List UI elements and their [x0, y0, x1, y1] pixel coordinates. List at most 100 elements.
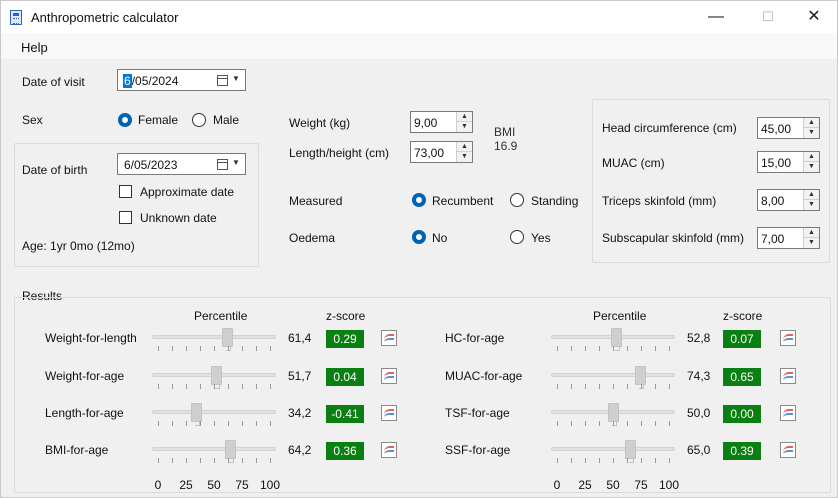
approximate-date-label: Approximate date [140, 185, 235, 199]
slider-tick [655, 421, 656, 426]
standing-label: Standing [531, 194, 579, 208]
tsf-for-age-growth-chart-icon[interactable] [780, 405, 796, 421]
subscapular-skinfold-input[interactable]: 7,00 ▲ ▼ [757, 227, 820, 249]
spin-up-icon[interactable]: ▲ [457, 142, 472, 152]
muac-for-age-zscore-value: 0.65 [723, 368, 761, 386]
calculator-app-icon [10, 10, 22, 25]
head-circumference-spinner[interactable]: ▲ ▼ [803, 118, 819, 138]
weight-for-length-label: Weight-for-length [45, 331, 137, 345]
tsf-for-age-slider-thumb[interactable] [608, 403, 619, 426]
sex-female-label: Female [138, 113, 179, 127]
weight-for-length-slider-thumb[interactable] [221, 328, 233, 351]
ssf-for-age-growth-chart-icon[interactable] [780, 442, 796, 458]
length-for-age-growth-chart-icon[interactable] [381, 405, 397, 421]
spin-down-icon[interactable]: ▼ [804, 200, 819, 210]
slider-tick [214, 458, 215, 463]
spin-up-icon[interactable]: ▲ [804, 118, 819, 128]
slider-tick [627, 346, 628, 351]
weight-input[interactable]: 9,00 ▲ ▼ [410, 111, 473, 133]
subscapular-skinfold-value: 7,00 [761, 232, 785, 246]
oedema-no-label: No [432, 231, 448, 245]
results-group [14, 297, 831, 493]
right-axis-label: 75 [634, 478, 648, 492]
sex-male-radio[interactable] [192, 113, 206, 127]
subscapular-skinfold-spinner[interactable]: ▲ ▼ [803, 228, 819, 248]
muac-for-age-label: MUAC-for-age [445, 369, 523, 383]
oedema-no-radio[interactable] [412, 230, 426, 244]
recumbent-radio[interactable] [412, 193, 426, 207]
oedema-yes-radio[interactable] [510, 230, 524, 244]
muac-input[interactable]: 15,00 ▲ ▼ [757, 151, 820, 173]
slider-tick [627, 384, 628, 389]
weight-for-length-growth-chart-icon[interactable] [381, 330, 397, 346]
slider-tick [655, 346, 656, 351]
length-for-age-percentile-value: 34,2 [288, 406, 312, 420]
ssf-for-age-slider-track[interactable] [551, 447, 675, 451]
triceps-skinfold-input[interactable]: 8,00 ▲ ▼ [757, 189, 820, 211]
weight-for-length-slider-track[interactable] [152, 335, 276, 339]
menu-help[interactable]: Help [21, 40, 48, 55]
bmi-for-age-slider-thumb[interactable] [224, 440, 236, 463]
length-for-age-slider-thumb[interactable] [191, 403, 203, 426]
length-for-age-label: Length-for-age [45, 406, 124, 420]
triceps-skinfold-spinner[interactable]: ▲ ▼ [803, 190, 819, 210]
date-of-visit-picker[interactable]: 6/05/2024 ▼ [117, 69, 246, 91]
spin-up-icon[interactable]: ▲ [804, 228, 819, 238]
tsf-for-age-zscore-value: 0.00 [723, 405, 761, 423]
muac-for-age-slider-track[interactable] [551, 373, 675, 377]
slider-tick [270, 421, 271, 426]
spin-down-icon[interactable]: ▼ [457, 152, 472, 162]
spin-up-icon[interactable]: ▲ [457, 112, 472, 122]
slider-tick [627, 458, 628, 463]
spin-down-icon[interactable]: ▼ [804, 162, 819, 172]
standing-radio[interactable] [510, 193, 524, 207]
bmi-for-age-growth-chart-icon[interactable] [381, 442, 397, 458]
tsf-for-age-percentile-value: 50,0 [687, 406, 711, 420]
minimize-button[interactable]: — [693, 1, 739, 33]
unknown-date-checkbox[interactable] [119, 211, 132, 224]
spin-up-icon[interactable]: ▲ [804, 190, 819, 200]
slider-tick [242, 421, 243, 426]
maximize-button[interactable]: ☐ [745, 1, 791, 33]
slider-tick [641, 346, 642, 351]
slider-tick [613, 384, 614, 389]
length-for-age-slider-track[interactable] [152, 410, 276, 414]
weight-for-age-slider-thumb[interactable] [210, 366, 222, 389]
length-spinner[interactable]: ▲ ▼ [456, 142, 472, 162]
spin-down-icon[interactable]: ▼ [804, 128, 819, 138]
weight-for-age-zscore-value: 0.04 [326, 368, 364, 386]
slider-tick [270, 346, 271, 351]
tsf-for-age-label: TSF-for-age [445, 406, 510, 420]
spin-down-icon[interactable]: ▼ [457, 122, 472, 132]
slider-tick [669, 346, 670, 351]
slider-tick [214, 346, 215, 351]
slider-tick [186, 421, 187, 426]
muac-for-age-slider-thumb[interactable] [635, 366, 647, 389]
head-circumference-input[interactable]: 45,00 ▲ ▼ [757, 117, 820, 139]
spin-up-icon[interactable]: ▲ [804, 152, 819, 162]
ssf-for-age-slider-thumb[interactable] [624, 440, 636, 463]
ssf-for-age-percentile-value: 65,0 [687, 443, 711, 457]
hc-for-age-slider-thumb[interactable] [611, 328, 623, 351]
length-input[interactable]: 73,00 ▲ ▼ [410, 141, 473, 163]
bmi-for-age-zscore-value: 0.36 [326, 442, 364, 460]
weight-for-age-growth-chart-icon[interactable] [381, 368, 397, 384]
muac-spinner[interactable]: ▲ ▼ [803, 152, 819, 172]
approximate-date-checkbox[interactable] [119, 185, 132, 198]
left-percentile-header: Percentile [194, 309, 248, 323]
measured-label: Measured [289, 194, 343, 208]
sex-male-label: Male [213, 113, 240, 127]
left-axis-label: 50 [207, 478, 221, 492]
hc-for-age-slider-ticks [551, 346, 675, 351]
sex-female-radio[interactable] [118, 113, 132, 127]
close-button[interactable]: ✕ [791, 1, 837, 33]
weight-spinner[interactable]: ▲ ▼ [456, 112, 472, 132]
date-of-birth-picker[interactable]: 6/05/2023 ▼ [117, 153, 246, 175]
right-axis-label: 0 [553, 478, 561, 492]
hc-for-age-growth-chart-icon[interactable] [780, 330, 796, 346]
bmi-for-age-slider-track[interactable] [152, 447, 276, 451]
app-window: Anthropometric calculator — ☐ ✕ Help Dat… [0, 0, 838, 498]
spin-down-icon[interactable]: ▼ [804, 238, 819, 248]
muac-for-age-growth-chart-icon[interactable] [780, 368, 796, 384]
slider-tick [599, 384, 600, 389]
